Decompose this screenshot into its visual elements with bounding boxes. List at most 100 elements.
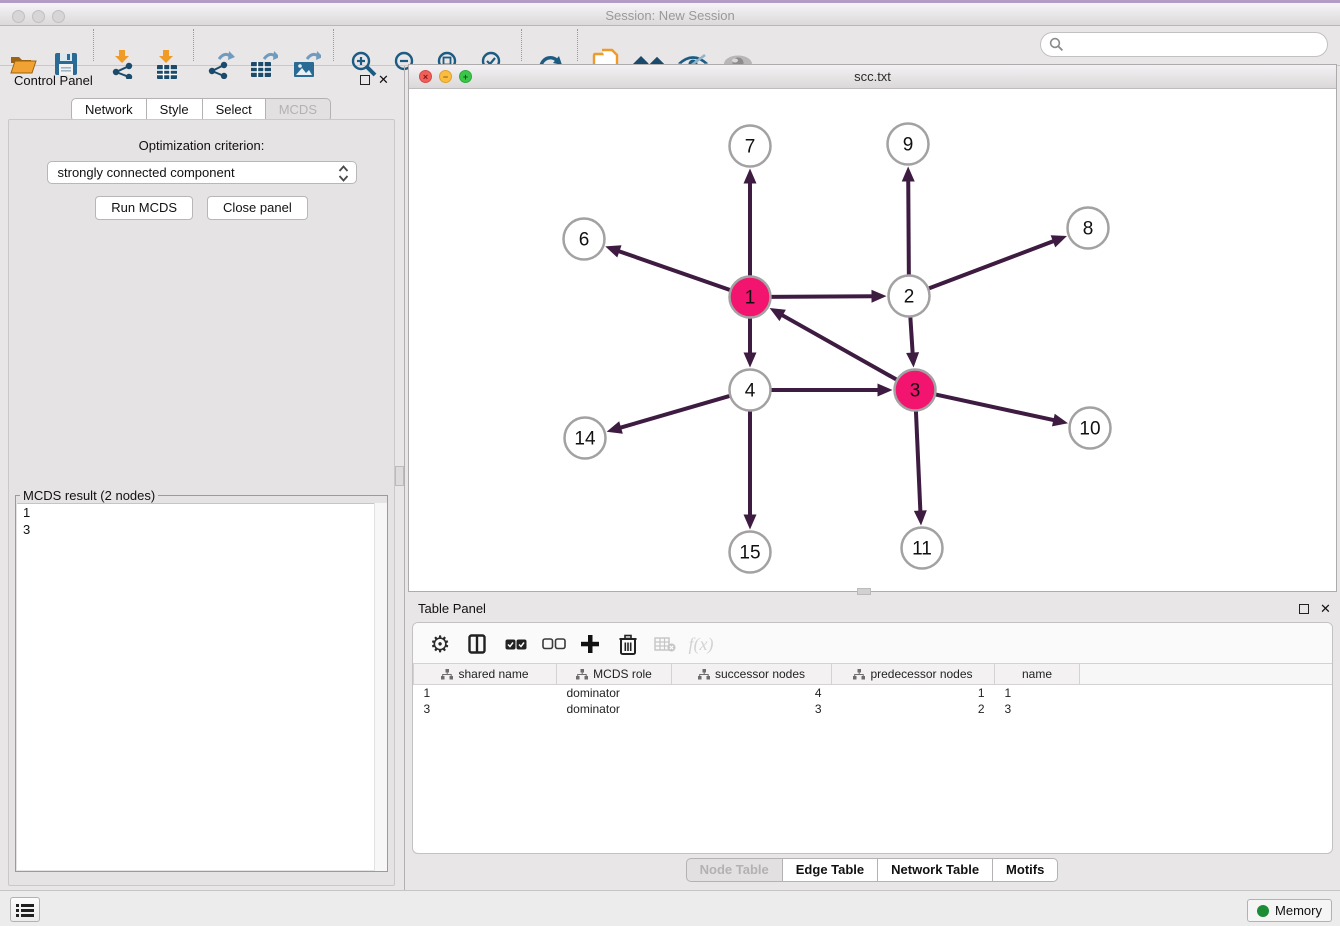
graph-edge-1-4[interactable] [744,316,757,368]
graph-node-6[interactable]: 6 [564,219,605,260]
delete-column-icon[interactable] [612,628,644,660]
cell-shared-name[interactable]: 3 [414,701,557,717]
table-panel-float-button[interactable] [1299,604,1309,614]
graph-edge-2-9[interactable] [902,166,915,277]
graph-node-15[interactable]: 15 [730,532,771,573]
network-canvas[interactable]: 7 9 6 8 1 2 4 3 14 10 15 11 [409,89,1336,591]
control-panel-close-button[interactable]: ✕ [378,72,389,88]
toolbar-separator [93,29,94,61]
toolbar-separator [577,29,578,61]
graph-edge-1-7[interactable] [744,169,757,279]
column-source-icon [576,669,588,680]
graph-node-14[interactable]: 14 [565,418,606,459]
cell-name[interactable]: 3 [995,701,1080,717]
graph-node-1[interactable]: 1 [730,277,771,318]
main-toolbar [0,26,1340,66]
cell-predecessor-nodes[interactable]: 2 [832,701,995,717]
graph-edge-1-6[interactable] [605,245,732,291]
graph-edge-4-3[interactable] [769,384,893,397]
cell-name[interactable]: 1 [995,685,1080,701]
table-options-gear-icon[interactable]: ⚙ [424,628,456,660]
table-panel-header: Table Panel ✕ [408,596,1337,622]
cell-filler [1080,685,1333,701]
cell-successor-nodes[interactable]: 3 [672,701,832,717]
dropdown-stepper-icon [337,164,350,183]
table-panel-close-button[interactable]: ✕ [1320,601,1331,617]
optimization-criterion-label: Optimization criterion: [9,138,394,153]
graph-node-11[interactable]: 11 [902,528,943,569]
add-column-icon[interactable] [574,628,606,660]
graph-node-9[interactable]: 9 [888,124,929,165]
cell-predecessor-nodes[interactable]: 1 [832,685,995,701]
column-header-name[interactable]: name [995,664,1080,685]
svg-text:9: 9 [903,135,914,156]
network-window-title: scc.txt [409,69,1336,84]
svg-text:7: 7 [745,137,756,158]
search-box[interactable] [1040,32,1328,57]
apply-function-icon: f(x) [685,628,717,660]
svg-text:3: 3 [910,381,921,402]
show-panels-button[interactable] [10,897,40,922]
graph-edge-2-8[interactable] [926,235,1067,289]
graph-edge-4-15[interactable] [744,409,757,530]
table-panel-title: Table Panel [418,601,486,616]
toolbar-separator [521,29,522,61]
graph-node-2[interactable]: 2 [889,276,930,317]
svg-text:1: 1 [745,288,756,309]
cell-successor-nodes[interactable]: 4 [672,685,832,701]
optimization-criterion-dropdown[interactable]: strongly connected component [47,161,357,184]
control-panel-float-button[interactable] [360,75,370,85]
tab-node-table[interactable]: Node Table [686,858,783,882]
graph-node-3[interactable]: 3 [895,370,936,411]
cell-shared-name[interactable]: 1 [414,685,557,701]
column-source-icon [441,669,453,680]
column-header-shared-name[interactable]: shared name [414,664,557,685]
graph-node-8[interactable]: 8 [1068,208,1109,249]
graph-edge-4-14[interactable] [607,395,733,434]
graph-edge-3-1[interactable] [770,308,899,381]
unselect-all-icon[interactable] [538,628,570,660]
network-window-titlebar: × − + scc.txt [409,65,1336,89]
table-row[interactable]: 3dominator323 [414,701,1333,717]
search-input[interactable] [1064,38,1327,52]
mcds-result-fieldset: MCDS result (2 nodes) 13 [15,488,388,872]
graph-edge-2-3[interactable] [906,314,919,367]
graph-edge-3-10[interactable] [933,394,1068,426]
panel-splitter[interactable] [404,66,405,890]
network-splitter-handle[interactable] [857,588,871,595]
svg-text:14: 14 [574,429,596,450]
cell-filler [1080,701,1333,717]
cell-MCDS-role[interactable]: dominator [557,701,672,717]
memory-label: Memory [1275,903,1322,918]
tab-edge-table[interactable]: Edge Table [782,858,878,882]
graph-node-4[interactable]: 4 [730,370,771,411]
svg-text:15: 15 [739,543,760,564]
table-header-row[interactable]: shared nameMCDS rolesuccessor nodesprede… [414,664,1333,685]
graph-edge-1-2[interactable] [768,290,886,303]
window-title: Session: New Session [0,8,1340,23]
column-source-icon [698,669,710,680]
close-panel-button[interactable]: Close panel [207,196,308,220]
column-header-predecessor-nodes[interactable]: predecessor nodes [832,664,995,685]
svg-text:10: 10 [1079,419,1100,440]
run-mcds-button[interactable]: Run MCDS [95,196,193,220]
show-column-icon[interactable] [461,628,493,660]
graph-node-7[interactable]: 7 [730,126,771,167]
node-table: shared nameMCDS rolesuccessor nodesprede… [413,663,1332,717]
tab-motifs[interactable]: Motifs [992,858,1058,882]
mcds-result-textarea[interactable]: 13 [17,503,386,870]
column-header-successor-nodes[interactable]: successor nodes [672,664,832,685]
panel-splitter-handle[interactable] [395,466,404,486]
node-table-container: ⚙ f(x) shared nameMCDS rolesucces [412,622,1333,854]
graph-node-10[interactable]: 10 [1070,408,1111,449]
result-scrollbar[interactable] [374,503,387,871]
table-row[interactable]: 1dominator411 [414,685,1333,701]
list-icon [16,903,34,917]
tab-network-table[interactable]: Network Table [877,858,993,882]
svg-text:2: 2 [904,287,915,308]
memory-button[interactable]: Memory [1247,899,1332,922]
select-all-icon[interactable] [500,628,532,660]
cell-MCDS-role[interactable]: dominator [557,685,672,701]
column-header-MCDS-role[interactable]: MCDS role [557,664,672,685]
graph-edge-3-11[interactable] [914,408,927,525]
